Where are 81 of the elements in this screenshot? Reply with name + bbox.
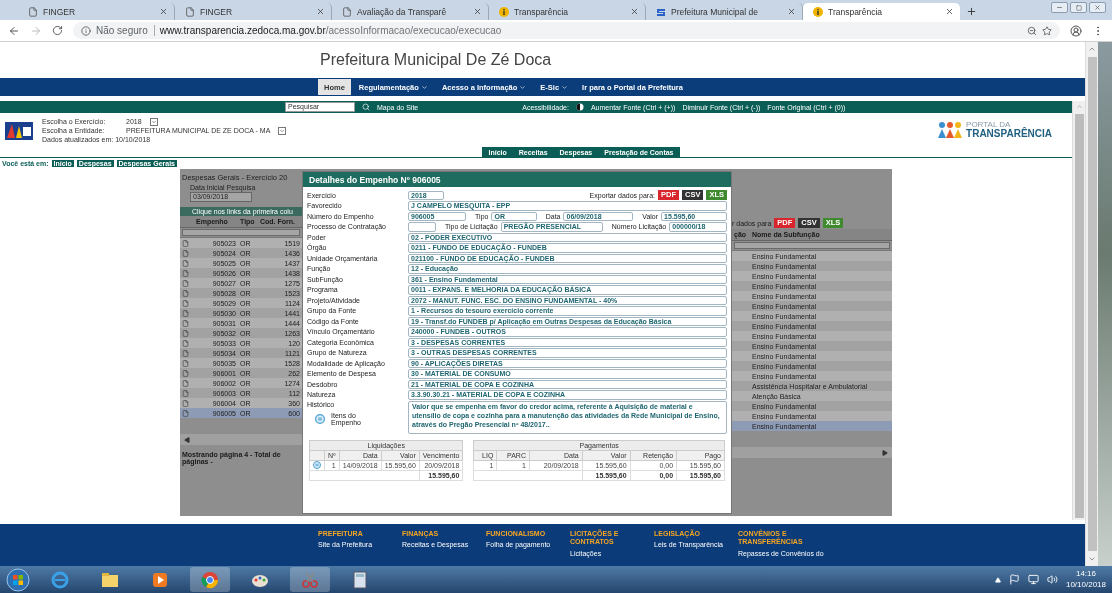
scissors-icon (301, 570, 319, 589)
back-icon[interactable] (8, 24, 20, 37)
minimize-icon (1056, 4, 1063, 11)
close-icon[interactable] (316, 7, 325, 16)
page-icon (342, 6, 352, 17)
document-icon (182, 339, 189, 347)
document-icon (182, 239, 189, 247)
list-icon[interactable] (315, 414, 325, 424)
document-icon (182, 379, 189, 387)
filter-field[interactable] (182, 229, 300, 236)
volume-icon[interactable] (1046, 574, 1058, 585)
document-icon (182, 249, 189, 257)
caret-icon (519, 83, 527, 91)
document-icon (182, 349, 189, 357)
network-icon[interactable] (1027, 574, 1039, 585)
browser-tab[interactable]: Transparência (803, 3, 960, 20)
security-label: Não seguro (96, 25, 155, 36)
address-bar[interactable]: Não seguro www.transparencia.zedoca.ma.gov.br/acessoInformacao/execucao/execucao (73, 22, 1060, 39)
minimize-button[interactable] (1051, 2, 1068, 13)
letter-e-logo-icon (51, 570, 69, 589)
field-value (408, 222, 436, 232)
document-icon (182, 409, 189, 417)
stripes-logo-icon (656, 6, 666, 17)
page-icon (28, 6, 38, 17)
folder-icon (101, 571, 119, 588)
document-icon (182, 299, 189, 307)
logo-text: PORTAL DA (966, 121, 1011, 129)
filter-field[interactable] (734, 242, 890, 249)
clock-date: 10/10/2018 (1065, 579, 1106, 590)
page-icon (185, 6, 195, 17)
close-button[interactable] (1089, 2, 1106, 13)
dropdown-icon[interactable] (149, 117, 158, 126)
search-icon[interactable] (362, 103, 370, 111)
scrollbar-thumb[interactable] (1074, 114, 1084, 518)
close-icon (1094, 4, 1101, 11)
document-icon (182, 289, 189, 297)
close-icon[interactable] (945, 7, 954, 16)
people-logo-icon (937, 121, 964, 139)
left-arrow-icon[interactable] (184, 436, 190, 443)
document-icon (182, 359, 189, 367)
maximize-icon (1075, 4, 1082, 11)
document-icon (182, 319, 189, 327)
start-button[interactable] (6, 567, 30, 592)
reload-icon[interactable] (52, 25, 63, 36)
right-arrow-icon[interactable] (882, 449, 888, 456)
close-icon[interactable] (630, 7, 639, 16)
scrollbar-thumb[interactable] (1087, 57, 1097, 551)
logo-text: TRANSPARÊNCIA (966, 129, 1052, 139)
flag-icon[interactable] (1008, 574, 1020, 585)
account-icon[interactable] (1070, 24, 1082, 37)
play-icon (152, 571, 168, 588)
close-icon[interactable] (473, 7, 482, 16)
contrast-icon[interactable] (575, 103, 584, 111)
calculator-icon (353, 570, 367, 589)
caret-icon (420, 83, 428, 91)
close-icon[interactable] (159, 7, 168, 16)
info-circle-icon (499, 6, 509, 17)
clock-time: 14:16 (1075, 569, 1096, 580)
url-text: www.transparencia.zedoca.ma.gov.br/acessoInformacao/execucao/execucao (159, 25, 502, 36)
document-icon (182, 369, 189, 377)
document-icon (182, 329, 189, 337)
tray-expand-icon[interactable] (994, 576, 1001, 583)
maximize-button[interactable] (1070, 2, 1087, 13)
info-icon (81, 25, 91, 36)
star-icon[interactable] (1042, 25, 1052, 36)
document-icon (182, 269, 189, 277)
list-icon[interactable] (313, 461, 321, 470)
caret-icon (561, 83, 569, 91)
document-icon (182, 309, 189, 317)
close-icon[interactable] (787, 7, 796, 16)
info-circle-icon (813, 6, 823, 17)
document-icon (182, 259, 189, 267)
document-icon (182, 389, 189, 397)
new-tab-icon[interactable] (966, 6, 977, 17)
dropdown-icon[interactable] (278, 126, 287, 135)
document-icon (182, 279, 189, 287)
dialog-title: Detalhes do Empenho Nº 906005 (303, 172, 731, 187)
zoom-icon[interactable] (1027, 25, 1037, 36)
round-logo-icon (201, 570, 219, 589)
page-title: Prefeitura Municipal De Zé Doca (320, 51, 552, 69)
document-icon (182, 399, 189, 407)
